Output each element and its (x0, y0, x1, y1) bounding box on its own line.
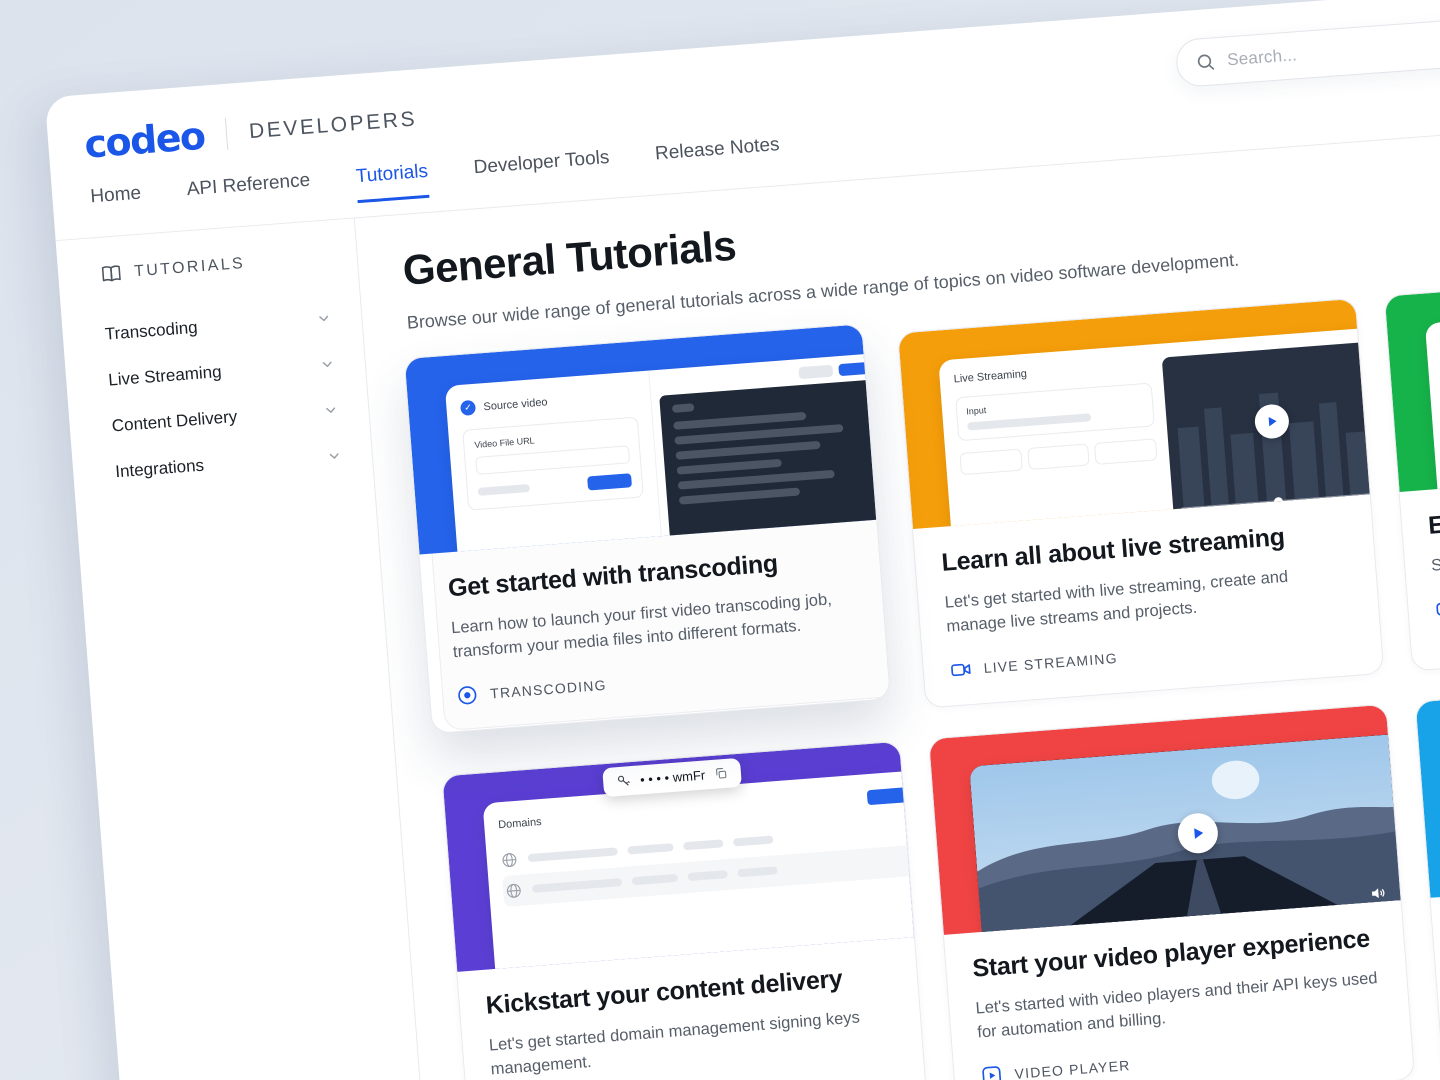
tutorial-card-media[interactable]: Design Templates Explore (1383, 260, 1440, 672)
tab-developer-tools[interactable]: Developer Tools (473, 147, 611, 194)
storage-icon (1436, 602, 1440, 616)
brand-section-label: DEVELOPERS (248, 107, 418, 144)
card-tag: VIDEO PLAYER (980, 1034, 1386, 1080)
sidebar-heading: TUTORIALS (58, 244, 358, 289)
tutorial-card-video-player[interactable]: Start your video player experience Let's… (927, 703, 1416, 1080)
thumb-heading: Domains (497, 816, 543, 832)
copy-icon[interactable] (714, 766, 729, 781)
tutorial-card-grid: ✓ Source video Video File URL Get starte… (403, 260, 1440, 1080)
tutorial-card-live-streaming[interactable]: Live Streaming Input Learn all about liv… (897, 297, 1385, 709)
fullscreen-icon[interactable] (1398, 882, 1401, 900)
tutorial-card-transcoding[interactable]: ✓ Source video Video File URL Get starte… (403, 323, 891, 734)
card-tag: LIVE STREAMING (949, 629, 1355, 682)
globe-icon (506, 883, 521, 898)
card-tag-label: VIDEO PLAYER (1013, 1056, 1131, 1080)
thumb-checkbox-label: Source video (483, 395, 548, 413)
brand: codeo DEVELOPERS (83, 97, 419, 166)
sidebar-item-label: Content Delivery (111, 406, 238, 436)
search-input[interactable]: Search... (1227, 45, 1298, 70)
card-tag-label: TRANSCODING (489, 676, 608, 702)
chevron-down-icon (329, 452, 339, 459)
card-tag: TRANSCODING (456, 654, 862, 707)
card-thumbnail: ✓ Source video Video File URL (404, 324, 877, 555)
card-title: Explore media storage (1427, 492, 1440, 540)
thumb-heading: Live Streaming (953, 367, 1028, 386)
card-thumbnail: Live Streaming Input (898, 298, 1370, 529)
card-thumbnail (1415, 667, 1440, 898)
card-thumbnail: Design Templates (1384, 261, 1440, 492)
app-root: Search... ⌘ codeo DEVELOPERS Home API Re… (0, 0, 1440, 1080)
book-icon (101, 265, 121, 282)
card-tag-label: LIVE STREAMING (983, 649, 1119, 676)
page-surface: codeo DEVELOPERS Home API Reference Tuto… (44, 0, 1440, 1080)
row-menu-icon[interactable]: ⋮ (903, 852, 914, 869)
tab-api-reference[interactable]: API Reference (186, 170, 312, 216)
tab-release-notes[interactable]: Release Notes (654, 134, 781, 180)
tutorial-card-account[interactable]: Manage your account Update your account … (1414, 666, 1440, 1078)
sidebar-heading-label: TUTORIALS (133, 254, 246, 281)
play-box-icon (982, 1065, 1002, 1080)
signing-key-value: • • • • wmFr (639, 767, 706, 788)
main-content: General Tutorials Browse our wide range … (355, 123, 1440, 1080)
chevron-down-icon (322, 361, 332, 367)
row-menu-icon[interactable]: ⋮ (904, 821, 914, 838)
sidebar-item-label: Transcoding (104, 317, 199, 344)
chevron-down-icon (326, 406, 336, 413)
video-camera-icon (951, 663, 971, 676)
card-thumbnail (928, 704, 1401, 935)
globe-icon (502, 852, 517, 867)
key-icon (617, 775, 630, 786)
thumb-field-label: Input (965, 405, 987, 417)
sidebar-item-label: Integrations (114, 455, 205, 482)
logo-codeo[interactable]: codeo (83, 114, 206, 167)
transcode-icon (458, 686, 477, 705)
search-icon (1197, 54, 1215, 70)
volume-icon[interactable] (1369, 884, 1387, 902)
chevron-down-icon (319, 315, 329, 321)
tab-tutorials[interactable]: Tutorials (355, 160, 430, 204)
sidebar-item-label: Live Streaming (107, 362, 223, 390)
brand-divider (225, 117, 229, 150)
tab-home[interactable]: Home (90, 183, 143, 224)
tutorial-card-content-delivery[interactable]: Domains ⋮ ⋮ • • • • wmFr Kickstart your … (441, 740, 929, 1080)
card-thumbnail: Domains ⋮ ⋮ • • • • wmFr (442, 741, 914, 972)
